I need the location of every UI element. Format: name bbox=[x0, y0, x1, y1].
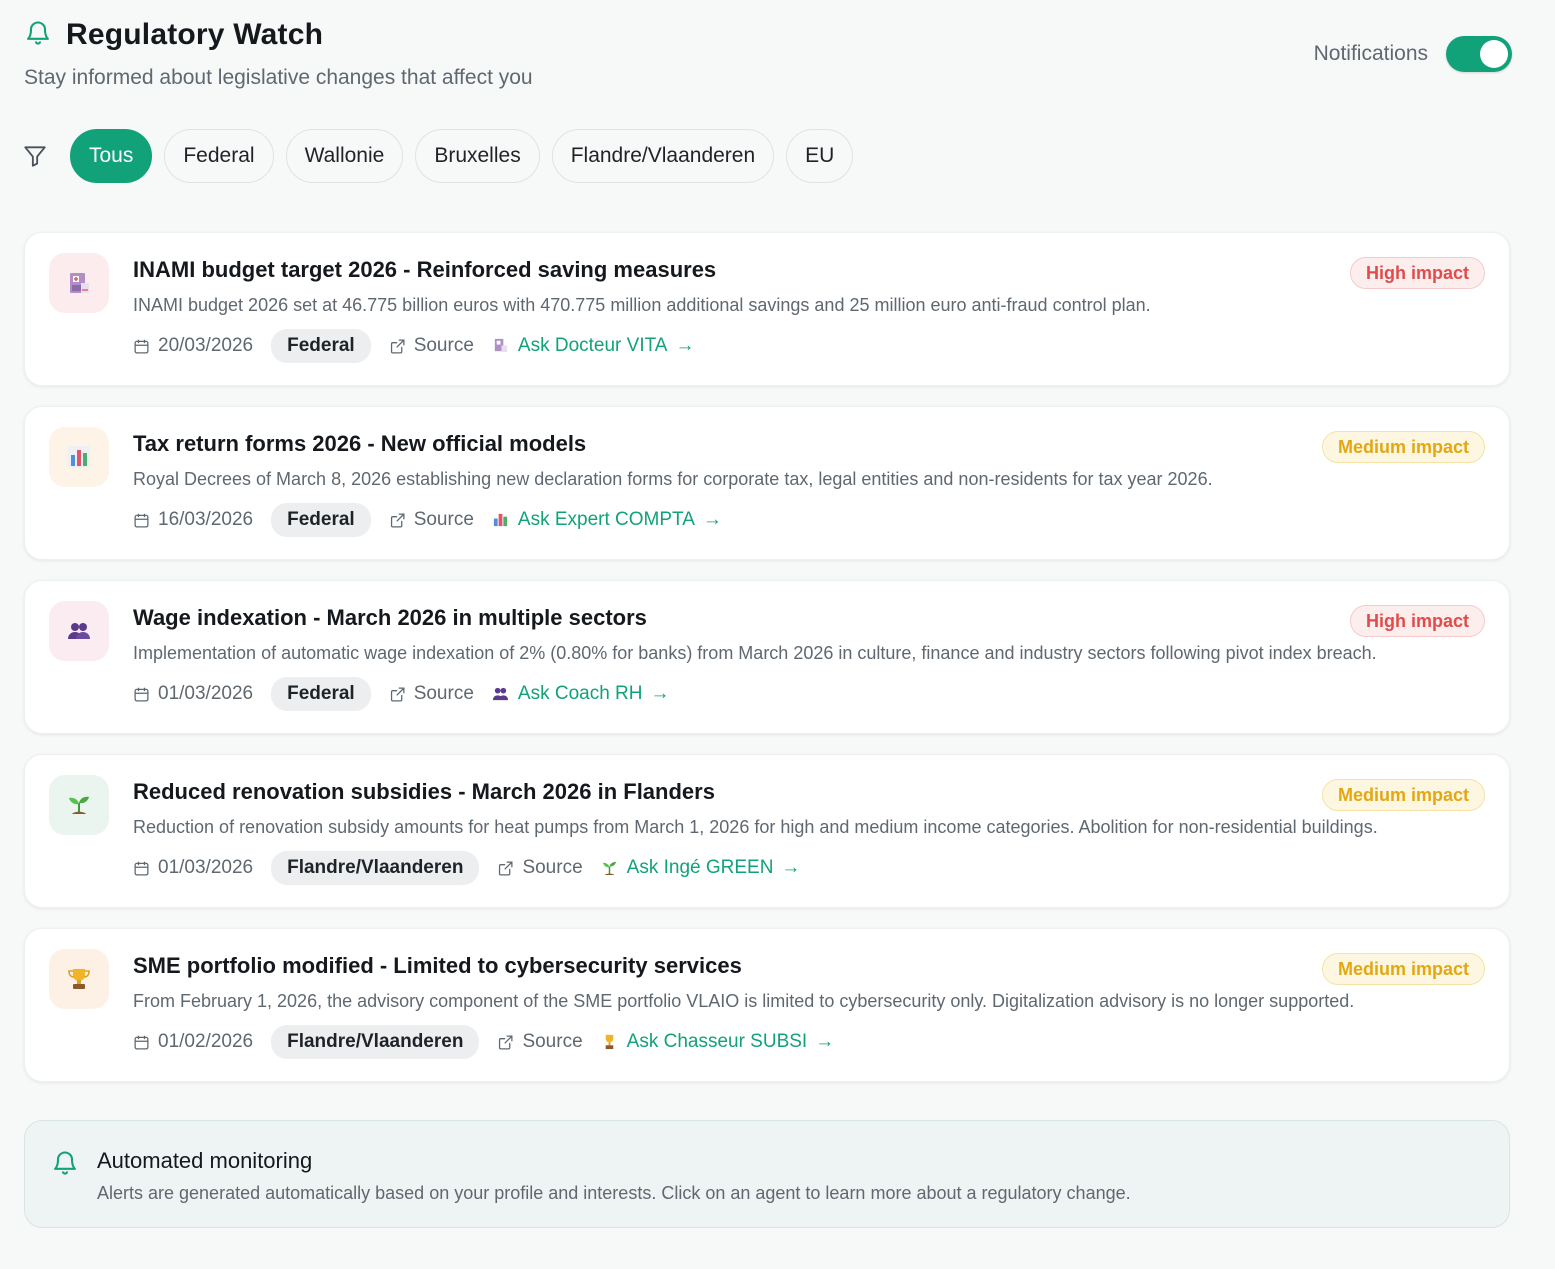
external-link-icon bbox=[390, 338, 405, 354]
title-row: Regulatory Watch bbox=[24, 18, 1512, 52]
alert-title: Wage indexation - March 2026 in multiple… bbox=[133, 605, 647, 630]
alert-meta: 01/03/2026 Federal Source Ask Coach RH → bbox=[133, 677, 670, 711]
automated-monitoring-panel: Automated monitoring Alerts are generate… bbox=[24, 1120, 1510, 1228]
bell-icon bbox=[54, 1151, 76, 1175]
people-icon bbox=[492, 685, 510, 703]
ask-agent-link[interactable]: Ask Chasseur SUBSI → bbox=[601, 1031, 835, 1053]
source-link[interactable]: Source bbox=[497, 1031, 583, 1053]
page-subtitle: Stay informed about legislative changes … bbox=[24, 66, 533, 89]
alert-card[interactable]: Tax return forms 2026 - New official mod… bbox=[24, 406, 1510, 560]
info-description: Alerts are generated automatically based… bbox=[97, 1183, 1131, 1203]
alert-meta: 01/03/2026 Flandre/Vlaanderen Source Ask… bbox=[133, 851, 800, 885]
alert-date: 20/03/2026 bbox=[133, 335, 253, 357]
arrow-right-icon: → bbox=[675, 335, 695, 356]
alert-date: 01/03/2026 bbox=[133, 683, 253, 705]
arrow-right-icon: → bbox=[650, 683, 670, 704]
ask-agent-link[interactable]: Ask Docteur VITA → bbox=[492, 335, 695, 357]
filter-icon bbox=[22, 143, 48, 169]
arrow-right-icon: → bbox=[702, 509, 722, 530]
ask-agent-link[interactable]: Ask Ingé GREEN → bbox=[601, 857, 801, 879]
external-link-icon bbox=[499, 860, 513, 876]
external-link-icon bbox=[390, 686, 405, 702]
notifications-toggle[interactable] bbox=[1446, 36, 1512, 72]
seedling-icon bbox=[49, 775, 109, 835]
alert-description: INAMI budget 2026 set at 46.775 billion … bbox=[133, 295, 1151, 315]
calendar-icon bbox=[134, 513, 149, 528]
people-icon bbox=[49, 601, 109, 661]
trophy-icon bbox=[601, 1033, 619, 1051]
source-link[interactable]: Source bbox=[389, 683, 474, 705]
alert-card[interactable]: SME portfolio modified - Limited to cybe… bbox=[24, 928, 1510, 1082]
external-link-icon bbox=[390, 512, 405, 528]
filter-chip-eu[interactable]: EU bbox=[786, 129, 854, 183]
hospital-icon bbox=[492, 337, 510, 355]
notifications-control: Notifications bbox=[1314, 36, 1512, 72]
alert-description: Reduction of renovation subsidy amounts … bbox=[133, 817, 1378, 837]
calendar-icon bbox=[134, 1035, 149, 1050]
info-title: Automated monitoring bbox=[97, 1148, 313, 1173]
region-filters: Tous Federal Wallonie Bruxelles Flandre/… bbox=[22, 129, 854, 183]
arrow-right-icon: → bbox=[781, 857, 801, 878]
bar-chart-icon bbox=[492, 511, 510, 529]
alert-card[interactable]: INAMI budget target 2026 - Reinforced sa… bbox=[24, 232, 1510, 386]
alert-description: From February 1, 2026, the advisory comp… bbox=[133, 991, 1355, 1011]
filter-chip-wallonie[interactable]: Wallonie bbox=[285, 129, 404, 183]
bar-chart-icon bbox=[49, 427, 109, 487]
ask-agent-link[interactable]: Ask Coach RH → bbox=[492, 683, 670, 705]
alert-card[interactable]: Reduced renovation subsidies - March 202… bbox=[24, 754, 1510, 908]
region-tag: Federal bbox=[271, 677, 371, 711]
external-link-icon bbox=[499, 1034, 513, 1050]
filter-chip-bruxelles[interactable]: Bruxelles bbox=[415, 129, 540, 183]
alert-title: INAMI budget target 2026 - Reinforced sa… bbox=[133, 257, 717, 282]
page-header: Regulatory Watch Stay informed about leg… bbox=[24, 18, 1512, 98]
calendar-icon bbox=[134, 861, 149, 876]
impact-badge: Medium impact bbox=[1321, 779, 1485, 811]
alert-meta: 16/03/2026 Federal Source Ask Expert COM… bbox=[133, 503, 722, 537]
ask-agent-link[interactable]: Ask Expert COMPTA → bbox=[492, 509, 722, 531]
toggle-knob bbox=[1480, 40, 1508, 68]
filter-chip-federal[interactable]: Federal bbox=[164, 129, 274, 183]
alert-date: 01/02/2026 bbox=[133, 1031, 253, 1053]
region-tag: Federal bbox=[271, 503, 371, 537]
impact-badge: High impact bbox=[1349, 605, 1485, 637]
region-tag: Flandre/Vlaanderen bbox=[271, 851, 480, 885]
alert-meta: 20/03/2026 Federal Source Ask Docteur VI… bbox=[133, 329, 694, 363]
impact-badge: High impact bbox=[1349, 257, 1485, 289]
region-tag: Flandre/Vlaanderen bbox=[271, 1025, 480, 1059]
alert-date: 01/03/2026 bbox=[133, 857, 253, 879]
alert-meta: 01/02/2026 Flandre/Vlaanderen Source Ask… bbox=[133, 1025, 834, 1059]
calendar-icon bbox=[134, 339, 149, 354]
alert-description: Implementation of automatic wage indexat… bbox=[133, 643, 1377, 663]
impact-badge: Medium impact bbox=[1321, 953, 1485, 985]
seedling-icon bbox=[601, 859, 619, 877]
alert-title: SME portfolio modified - Limited to cybe… bbox=[133, 953, 742, 978]
alert-card[interactable]: Wage indexation - March 2026 in multiple… bbox=[24, 580, 1510, 734]
alert-title: Tax return forms 2026 - New official mod… bbox=[133, 431, 587, 456]
filter-chip-tous[interactable]: Tous bbox=[70, 129, 153, 183]
source-link[interactable]: Source bbox=[497, 857, 583, 879]
trophy-icon bbox=[49, 949, 109, 1009]
bell-icon bbox=[24, 19, 52, 52]
alert-date: 16/03/2026 bbox=[133, 509, 253, 531]
arrow-right-icon: → bbox=[815, 1031, 835, 1052]
impact-badge: Medium impact bbox=[1321, 431, 1485, 463]
calendar-icon bbox=[134, 687, 149, 702]
alert-description: Royal Decrees of March 8, 2026 establish… bbox=[133, 469, 1213, 489]
region-tag: Federal bbox=[271, 329, 371, 363]
page-title: Regulatory Watch bbox=[66, 18, 324, 51]
source-link[interactable]: Source bbox=[389, 335, 474, 357]
hospital-icon bbox=[49, 253, 109, 313]
source-link[interactable]: Source bbox=[389, 509, 474, 531]
alert-title: Reduced renovation subsidies - March 202… bbox=[133, 779, 715, 804]
filter-chip-flandre[interactable]: Flandre/Vlaanderen bbox=[551, 129, 775, 183]
notifications-label: Notifications bbox=[1313, 42, 1428, 65]
